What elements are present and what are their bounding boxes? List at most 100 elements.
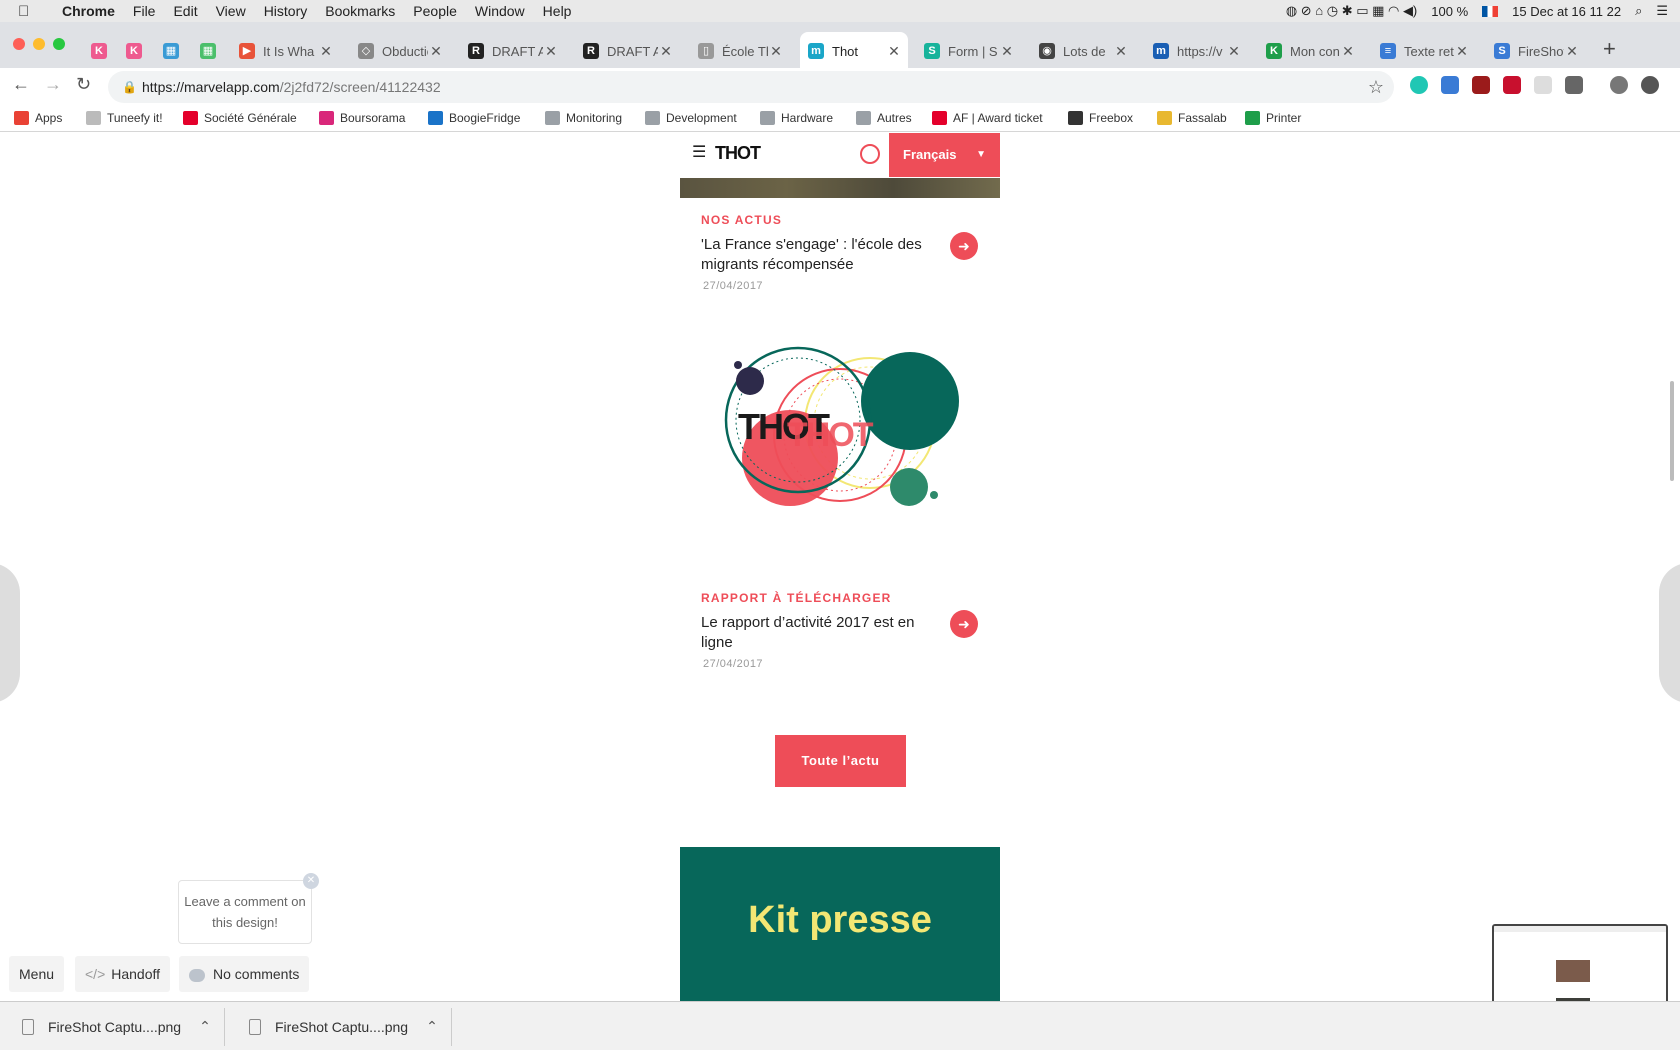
menu-window[interactable]: Window: [475, 3, 525, 19]
thot-logo[interactable]: THOT: [715, 143, 761, 164]
browser-tab[interactable]: ▯ École Th ✕: [690, 32, 790, 70]
close-tab-icon[interactable]: ✕: [1226, 43, 1242, 60]
chevron-up-icon[interactable]: ⌃: [426, 1018, 438, 1035]
marvel-extension-icon[interactable]: [1410, 76, 1428, 94]
address-bar[interactable]: 🔒 https://marvelapp.com/2j2fd72/screen/4…: [108, 71, 1394, 103]
tab-favicon-icon: ◉: [1039, 43, 1055, 59]
close-tab-icon[interactable]: ✕: [768, 43, 784, 60]
comments-button[interactable]: No comments: [179, 956, 310, 992]
download-item[interactable]: FireShot Captu....png ⌃: [22, 1002, 225, 1051]
browser-tab[interactable]: K: [83, 32, 116, 70]
browser-tab[interactable]: ◉ Lots de ✕: [1031, 32, 1135, 70]
menu-file[interactable]: File: [133, 3, 156, 19]
browser-tab[interactable]: R DRAFT A ✕: [460, 32, 565, 70]
screen-preview-thumbnail[interactable]: [1492, 924, 1668, 1001]
news-title[interactable]: Le rapport d’activité 2017 est en ligne: [701, 613, 931, 653]
close-tab-icon[interactable]: ✕: [886, 43, 902, 60]
bookmark-item[interactable]: BoogieFridge: [428, 104, 520, 132]
new-tab-button[interactable]: +: [1603, 36, 1616, 62]
hamburger-menu-icon[interactable]: ☰: [692, 145, 706, 161]
reload-button[interactable]: ↻: [76, 74, 91, 95]
spotlight-icon[interactable]: ⌕: [1635, 3, 1642, 19]
forward-button[interactable]: →: [44, 74, 62, 95]
close-tab-icon[interactable]: ✕: [1564, 43, 1580, 60]
browser-tab[interactable]: S FireShot ✕: [1486, 32, 1586, 70]
battery-label[interactable]: 100 %: [1431, 4, 1468, 19]
browser-tab[interactable]: ▦: [155, 32, 190, 70]
browser-tab[interactable]: R DRAFT A ✕: [575, 32, 680, 70]
zoom-window-button[interactable]: [53, 38, 65, 50]
close-tab-icon[interactable]: ✕: [1340, 43, 1356, 60]
browser-tab[interactable]: S Form | S ✕: [916, 32, 1021, 70]
bookmark-item[interactable]: Hardware: [760, 104, 833, 132]
arrow-right-icon[interactable]: ➜: [950, 610, 978, 638]
close-tab-icon[interactable]: ✕: [1113, 43, 1129, 60]
bookmark-item[interactable]: AF | Award ticket: [932, 104, 1043, 132]
menu-view[interactable]: View: [216, 3, 246, 19]
status-icons[interactable]: ◍ ⊘ ⌂ ◷ ✱ ▭ ▦ ◠ ◀): [1286, 3, 1417, 19]
comment-bubble-icon: [189, 968, 205, 982]
lock-icon[interactable]: 🔒: [122, 71, 137, 103]
browser-tab[interactable]: m https://v ✕: [1145, 32, 1248, 70]
bookmark-item[interactable]: Boursorama: [319, 104, 405, 132]
browser-tab[interactable]: m Thot ✕: [800, 32, 908, 70]
all-news-button[interactable]: Toute l’actu: [775, 735, 906, 787]
globe-icon[interactable]: [860, 144, 880, 164]
browser-tab[interactable]: ▶ It Is Wha ✕: [231, 32, 340, 70]
bookmark-item[interactable]: Société Générale: [183, 104, 297, 132]
close-tab-icon[interactable]: ✕: [658, 43, 674, 60]
bookmark-label: Société Générale: [204, 111, 297, 125]
browser-tab[interactable]: ◇ Obductio✕: [350, 32, 450, 70]
shield-extension-icon[interactable]: [1503, 76, 1521, 94]
notification-center-icon[interactable]: ☰: [1656, 3, 1668, 19]
close-tab-icon[interactable]: ✕: [428, 43, 444, 60]
download-filename: FireShot Captu....png: [48, 1018, 182, 1035]
menu-bookmarks[interactable]: Bookmarks: [325, 3, 395, 19]
vertical-scrollbar[interactable]: [1670, 381, 1674, 481]
bookmark-item[interactable]: Monitoring: [545, 104, 622, 132]
bookmark-item[interactable]: Freebox: [1068, 104, 1133, 132]
profile-avatar-icon[interactable]: [1610, 76, 1628, 94]
bookmark-item[interactable]: Autres: [856, 104, 912, 132]
marvel-menu-button[interactable]: Menu: [9, 956, 65, 992]
close-tab-icon[interactable]: ✕: [543, 43, 559, 60]
close-tab-icon[interactable]: ✕: [1454, 43, 1470, 60]
fireshot-extension-icon[interactable]: [1441, 76, 1459, 94]
browser-tab[interactable]: K: [118, 32, 153, 70]
ublock-extension-icon[interactable]: [1472, 76, 1490, 94]
browser-tab[interactable]: ▦: [192, 32, 229, 70]
bookmark-item[interactable]: Printer: [1245, 104, 1301, 132]
bookmark-item[interactable]: Development: [645, 104, 737, 132]
bookmark-star-icon[interactable]: ☆: [1368, 71, 1384, 103]
flag-icon[interactable]: [1482, 5, 1499, 17]
close-tab-icon[interactable]: ✕: [999, 43, 1015, 60]
news-title[interactable]: 'La France s'engage' : l'école des migra…: [701, 235, 931, 275]
json-extension-icon[interactable]: [1534, 76, 1552, 94]
close-tab-icon[interactable]: ✕: [318, 43, 334, 60]
download-item[interactable]: FireShot Captu....png ⌃: [249, 1002, 452, 1051]
browser-tab[interactable]: ≡ Texte ret ✕: [1372, 32, 1476, 70]
menu-edit[interactable]: Edit: [173, 3, 197, 19]
minimize-window-button[interactable]: [33, 38, 45, 50]
update-icon[interactable]: [1641, 76, 1659, 94]
close-window-button[interactable]: [13, 38, 25, 50]
prev-screen-handle[interactable]: [0, 563, 20, 703]
menu-help[interactable]: Help: [543, 3, 572, 19]
next-screen-handle[interactable]: [1659, 563, 1680, 703]
clock-label[interactable]: 15 Dec at 16 11 22: [1512, 4, 1621, 19]
handoff-button[interactable]: </> Handoff: [75, 956, 171, 992]
stylus-extension-icon[interactable]: [1565, 76, 1583, 94]
chevron-up-icon[interactable]: ⌃: [199, 1018, 211, 1035]
language-selector[interactable]: Français ▼: [889, 133, 1000, 177]
apple-menu-icon[interactable]: : [18, 3, 44, 20]
browser-tab[interactable]: K Mon con ✕: [1258, 32, 1362, 70]
menu-chrome[interactable]: Chrome: [62, 3, 115, 19]
menu-history[interactable]: History: [264, 3, 308, 19]
back-button[interactable]: ←: [12, 74, 30, 95]
bookmark-item[interactable]: Tuneefy it!: [86, 104, 163, 132]
bookmark-item[interactable]: Apps: [14, 104, 62, 132]
bookmark-item[interactable]: Fassalab: [1157, 104, 1227, 132]
menu-people[interactable]: People: [413, 3, 457, 19]
close-icon[interactable]: ✕: [303, 873, 319, 889]
arrow-right-icon[interactable]: ➜: [950, 232, 978, 260]
